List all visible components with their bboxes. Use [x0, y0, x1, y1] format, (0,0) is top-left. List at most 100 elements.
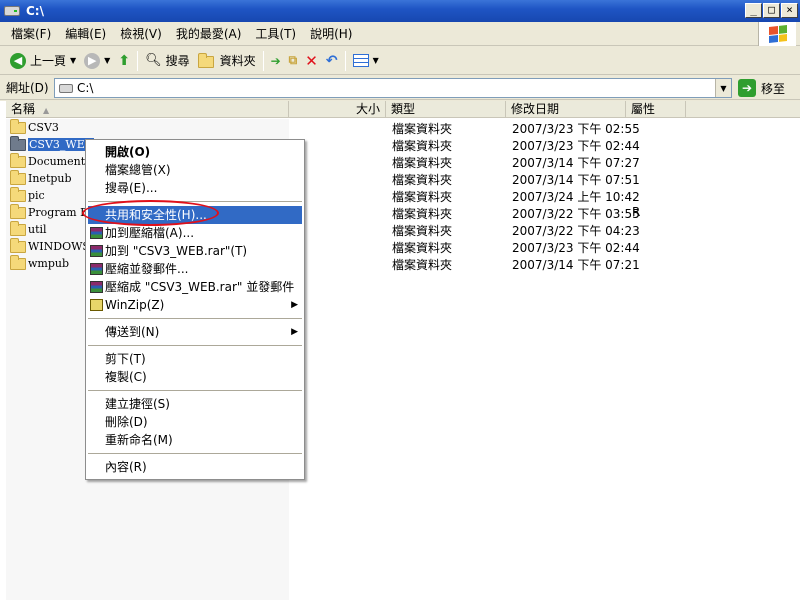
go-button[interactable]: ➔ 移至: [738, 78, 785, 98]
views-icon: [352, 54, 369, 67]
file-name: Documents and Settings: [28, 155, 86, 168]
back-arrow-icon: ◀: [10, 52, 26, 69]
menu-item-properties[interactable]: 內容(R): [86, 458, 304, 476]
delete-icon: ✕: [305, 51, 318, 70]
toolbar-separator: [137, 50, 139, 71]
column-headers: 名稱 ▲ 大小 類型 修改日期 屬性: [6, 101, 800, 118]
back-button[interactable]: ◀ 上一頁 ▼: [6, 49, 80, 73]
column-header-name[interactable]: 名稱 ▲: [6, 101, 289, 118]
address-input[interactable]: C:\ ▼: [54, 78, 732, 98]
menu-item-label: 傳送到(N): [105, 325, 160, 339]
file-date: 2007/3/22 下午 03:55: [512, 207, 640, 221]
menu-item-open[interactable]: 開啟(O): [86, 143, 304, 161]
maximize-button[interactable]: □: [763, 3, 780, 18]
address-dropdown-button[interactable]: ▼: [715, 79, 731, 97]
delete-button[interactable]: ✕: [301, 49, 322, 73]
file-date: 2007/3/23 下午 02:44: [512, 139, 640, 153]
menu-item-add-to-archive[interactable]: 加到壓縮檔(A)...: [86, 224, 304, 242]
table-row[interactable]: CSV3 檔案資料夾 2007/3/23 下午 02:55: [0, 119, 800, 136]
menu-item-label: 壓縮並發郵件...: [105, 262, 189, 276]
column-header-size[interactable]: 大小: [289, 101, 386, 118]
folders-button[interactable]: 資料夾: [194, 49, 260, 73]
windows-logo-icon: [758, 22, 796, 46]
file-name: Inetpub: [28, 172, 72, 185]
go-label: 移至: [761, 81, 786, 96]
forward-arrow-icon: ▶: [84, 52, 101, 69]
copy-to-button[interactable]: ⧉: [285, 49, 302, 73]
menu-item-compress-rar-email[interactable]: 壓縮成 "CSV3_WEB.rar" 並發郵件: [86, 278, 304, 296]
search-label: 搜尋: [165, 54, 190, 68]
close-button[interactable]: ×: [781, 3, 798, 18]
menu-item-explore[interactable]: 檔案總管(X): [86, 161, 304, 179]
folder-icon: [10, 153, 26, 168]
forward-button[interactable]: ▶ ▼: [80, 49, 114, 73]
submenu-arrow-icon: ▶: [291, 327, 298, 337]
sort-ascending-icon: ▲: [43, 106, 50, 115]
menu-item-label: 加到 "CSV3_WEB.rar"(T): [105, 244, 248, 258]
up-folder-icon: ⬆: [118, 52, 131, 69]
menu-item-create-shortcut[interactable]: 建立捷徑(S): [86, 395, 304, 413]
menu-separator: [88, 345, 302, 346]
file-name: wmpub: [28, 257, 70, 270]
toolbar: ◀ 上一頁 ▼ ▶ ▼ ⬆ 🔍︎ 搜尋 資料夾 ➔ ⧉ ✕ ↶ ▼: [0, 47, 800, 75]
menu-item-delete[interactable]: 刪除(D): [86, 413, 304, 431]
menu-item-rename[interactable]: 重新命名(M): [86, 431, 304, 449]
move-to-icon: ➔: [270, 53, 281, 68]
menu-file[interactable]: 檔案(F): [4, 25, 58, 42]
menu-item-label: WinZip(Z): [105, 298, 165, 312]
menu-item-sharing-security[interactable]: 共用和安全性(H)...: [88, 206, 302, 224]
search-button[interactable]: 🔍︎ 搜尋: [141, 49, 194, 73]
folder-icon: [10, 238, 26, 253]
menu-tools[interactable]: 工具(T): [248, 25, 303, 42]
column-name-label: 名稱: [11, 102, 36, 116]
menu-separator: [88, 390, 302, 391]
file-type: 檔案資料夾: [392, 241, 453, 255]
title-bar[interactable]: C:\ _ □ ×: [0, 0, 800, 22]
copy-to-icon: ⧉: [288, 53, 298, 67]
toolbar-separator: [344, 50, 346, 71]
menu-item-send-to[interactable]: 傳送到(N) ▶: [86, 323, 304, 341]
column-header-modified[interactable]: 修改日期: [506, 101, 626, 118]
minimize-button[interactable]: _: [745, 3, 762, 18]
file-name: CSV3_WEB: [28, 138, 94, 151]
file-date: 2007/3/23 下午 02:44: [512, 241, 640, 255]
column-header-type[interactable]: 類型: [386, 101, 506, 118]
menu-item-cut[interactable]: 剪下(T): [86, 350, 304, 368]
file-type: 檔案資料夾: [392, 224, 453, 238]
file-date: 2007/3/14 下午 07:51: [512, 173, 640, 187]
file-type: 檔案資料夾: [392, 190, 453, 204]
submenu-arrow-icon: ▶: [291, 300, 298, 310]
menu-item-search[interactable]: 搜尋(E)...: [86, 179, 304, 197]
folder-icon: [10, 255, 26, 270]
menu-favorites[interactable]: 我的最愛(A): [169, 25, 249, 42]
file-type: 檔案資料夾: [392, 258, 453, 272]
back-dropdown-icon[interactable]: ▼: [70, 56, 76, 65]
back-label: 上一頁: [30, 54, 67, 68]
up-folder-button[interactable]: ⬆: [114, 49, 134, 73]
column-header-attributes[interactable]: 屬性: [626, 101, 686, 118]
menu-view[interactable]: 檢視(V): [113, 25, 169, 42]
context-menu: 開啟(O) 檔案總管(X) 搜尋(E)... 共用和安全性(H)... 加到壓縮…: [85, 139, 305, 480]
forward-dropdown-icon[interactable]: ▼: [104, 56, 110, 65]
file-type: 檔案資料夾: [392, 139, 453, 153]
file-name: Program Files: [28, 206, 86, 219]
winrar-icon: [90, 281, 103, 293]
menu-edit[interactable]: 編輯(E): [58, 25, 113, 42]
views-button[interactable]: ▼: [349, 49, 383, 73]
menu-item-copy[interactable]: 複製(C): [86, 368, 304, 386]
go-arrow-icon: ➔: [738, 79, 756, 97]
undo-icon: ↶: [325, 52, 338, 69]
folder-icon: [10, 170, 26, 185]
menu-help[interactable]: 說明(H): [303, 25, 359, 42]
menu-item-label: 加到壓縮檔(A)...: [105, 226, 195, 240]
address-bar: 網址(D) C:\ ▼ ➔ 移至: [0, 76, 800, 100]
file-type: 檔案資料夾: [392, 207, 453, 221]
menu-item-winzip[interactable]: WinZip(Z) ▶: [86, 296, 304, 314]
folder-icon: [10, 136, 26, 151]
move-to-button[interactable]: ➔: [267, 49, 285, 73]
folder-icon: [10, 221, 26, 236]
undo-button[interactable]: ↶: [322, 49, 342, 73]
menu-item-add-to-rar[interactable]: 加到 "CSV3_WEB.rar"(T): [86, 242, 304, 260]
menu-item-compress-email[interactable]: 壓縮並發郵件...: [86, 260, 304, 278]
file-type: 檔案資料夾: [392, 173, 453, 187]
